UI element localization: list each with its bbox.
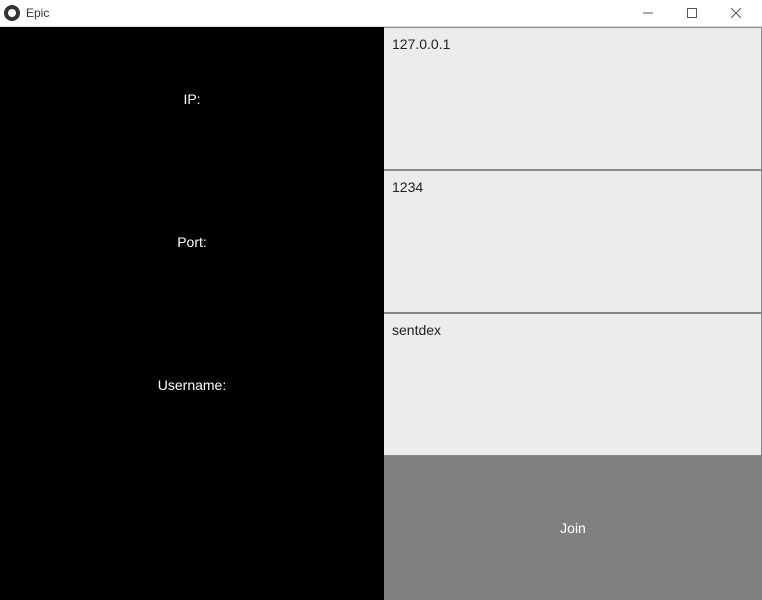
port-value: 1234 (392, 179, 423, 195)
window-controls (626, 0, 758, 27)
ip-label: IP: (0, 27, 384, 170)
fields-column: 127.0.0.1 1234 sentdex Join (384, 27, 762, 600)
minimize-button[interactable] (626, 0, 670, 27)
username-input[interactable]: sentdex (384, 313, 762, 456)
maximize-button[interactable] (670, 0, 714, 27)
window-title: Epic (26, 6, 626, 20)
labels-column: IP: Port: Username: (0, 27, 384, 600)
titlebar: Epic (0, 0, 762, 27)
join-button[interactable]: Join (384, 456, 762, 600)
port-label: Port: (0, 170, 384, 313)
app-icon (4, 5, 20, 21)
close-button[interactable] (714, 0, 758, 27)
content: IP: Port: Username: 127.0.0.1 1234 sentd… (0, 27, 762, 600)
ip-value: 127.0.0.1 (392, 36, 450, 52)
username-label: Username: (0, 313, 384, 456)
port-input[interactable]: 1234 (384, 170, 762, 313)
join-button-label: Join (560, 520, 586, 536)
ip-input[interactable]: 127.0.0.1 (384, 27, 762, 170)
username-value: sentdex (392, 322, 441, 338)
empty-cell (0, 456, 384, 599)
